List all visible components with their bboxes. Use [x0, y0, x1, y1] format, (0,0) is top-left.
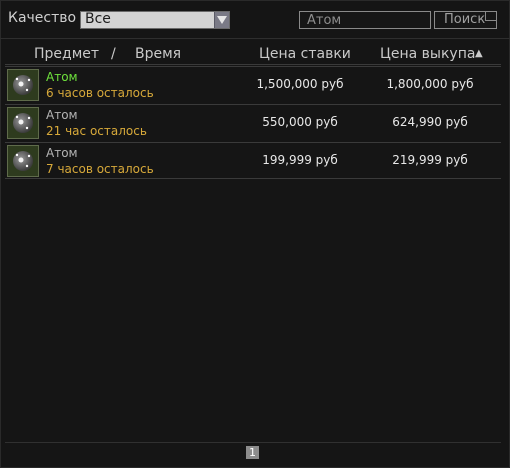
time-remaining: 7 часов осталось — [46, 162, 154, 176]
header-divider — [5, 64, 501, 65]
buyout-price: 624,990 руб — [392, 115, 468, 129]
column-header: Предмет / Время Цена ставки Цена выкупа … — [0, 46, 510, 66]
dropdown-arrow-icon[interactable] — [214, 12, 229, 28]
search-button-corner — [485, 11, 497, 21]
page-1-button[interactable]: 1 — [246, 446, 259, 459]
toolbar-divider — [0, 38, 510, 39]
filter-toolbar: Качество Все Поиск — [0, 0, 510, 40]
search-button[interactable]: Поиск — [434, 11, 497, 29]
buyout-price: 1,800,000 руб — [386, 77, 474, 91]
item-name: Атом — [46, 70, 78, 84]
bid-price: 1,500,000 руб — [256, 77, 344, 91]
quality-dropdown[interactable]: Все — [80, 11, 230, 29]
quality-label: Качество — [8, 10, 77, 26]
item-name: Атом — [46, 108, 78, 122]
quality-dropdown-value: Все — [85, 11, 111, 27]
time-remaining: 21 час осталось — [46, 124, 147, 138]
column-buyout[interactable]: Цена выкупа — [380, 46, 475, 62]
atom-orb-icon — [7, 145, 39, 177]
table-row[interactable]: Атом 7 часов осталось 199,999 руб 219,999 р… — [5, 142, 501, 178]
column-time[interactable]: Время — [135, 46, 181, 62]
atom-orb-icon — [7, 69, 39, 101]
search-button-label: Поиск — [444, 12, 486, 27]
list-end-divider — [5, 178, 501, 179]
footer-divider — [5, 442, 501, 443]
buyout-price: 219,999 руб — [392, 153, 468, 167]
time-remaining: 6 часов осталось — [46, 86, 154, 100]
bid-price: 550,000 руб — [262, 115, 338, 129]
column-item[interactable]: Предмет — [34, 46, 99, 62]
search-input[interactable] — [299, 11, 431, 29]
table-row[interactable]: Атом 21 час осталось 550,000 руб 624,990 ру… — [5, 104, 501, 140]
atom-orb-icon — [7, 107, 39, 139]
bid-price: 199,999 руб — [262, 153, 338, 167]
column-bid[interactable]: Цена ставки — [259, 46, 351, 62]
item-name: Атом — [46, 146, 78, 160]
table-row[interactable]: Атом 6 часов осталось 1,500,000 руб 1,800,0… — [5, 66, 501, 102]
column-divider: / — [111, 46, 116, 62]
sort-ascending-icon[interactable]: ▲ — [475, 48, 483, 59]
